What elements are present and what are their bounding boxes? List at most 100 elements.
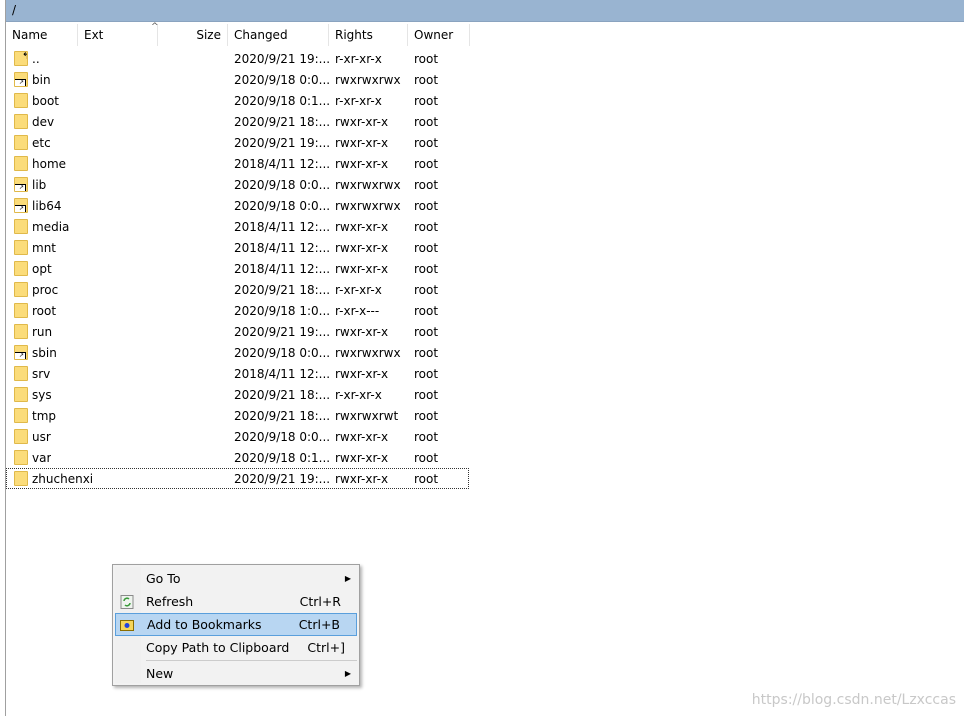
owner-cell: root [414,387,439,402]
folder-icon [14,261,28,276]
column-name[interactable]: Name [6,24,78,46]
column-rights[interactable]: Rights [329,24,408,46]
column-size[interactable]: Size [158,24,228,46]
file-name-cell: ↗ lib [6,177,228,192]
rights-cell: rwxrwxrwx [335,177,401,192]
file-name: opt [32,261,52,276]
file-row[interactable]: proc 2020/9/21 18:... r-xr-xr-x root [6,279,469,300]
file-row[interactable]: ↗ bin 2020/9/18 0:0... rwxrwxrwx root [6,69,469,90]
folder-icon [14,408,28,423]
file-row[interactable]: opt 2018/4/11 12:... rwxr-xr-x root [6,258,469,279]
shortcut: Ctrl+B [298,617,340,632]
menu-item-add-to-bookmarks[interactable]: Add to Bookmarks Ctrl+B [115,613,357,636]
rights-cell: rwxrwxrwx [335,198,401,213]
file-name-cell: mnt [6,240,228,255]
file-name-cell: proc [6,282,228,297]
folder-icon [14,240,28,255]
owner-cell: root [414,72,439,87]
file-list: ↰.. 2020/9/21 19:... r-xr-xr-x root↗bin … [6,48,469,489]
column-changed[interactable]: Changed [228,24,329,46]
file-name-cell: zhuchenxi [6,471,228,486]
file-name: usr [32,429,51,444]
path-bar[interactable]: / [6,0,964,22]
file-row[interactable]: var 2020/9/18 0:1... rwxr-xr-x root [6,447,469,468]
changed-cell: 2020/9/18 0:0... [234,198,329,213]
file-name-cell: var [6,450,228,465]
rights-cell: rwxr-xr-x [335,135,389,150]
folder-icon [14,471,28,486]
file-row[interactable]: sys 2020/9/21 18:... r-xr-xr-x root [6,384,469,405]
file-row[interactable]: ↗ lib 2020/9/18 0:0... rwxrwxrwx root [6,174,469,195]
file-name: sys [32,387,52,402]
changed-cell: 2020/9/18 1:0... [234,303,329,318]
changed-cell: 2018/4/11 12:... [234,156,329,171]
menu-label: Refresh [146,594,194,609]
file-name: media [32,219,70,234]
rights-cell: rwxrwxrwx [335,72,401,87]
menu-item-copy-path[interactable]: Copy Path to Clipboard Ctrl+] [115,636,357,659]
link-folder-icon: ↗ [14,198,28,213]
file-name: mnt [32,240,56,255]
menu-item-new[interactable]: New ▶ [115,662,357,685]
owner-cell: root [414,345,439,360]
menu-item-go-to[interactable]: Go To ▶ [115,567,357,590]
file-name: dev [32,114,55,129]
changed-cell: 2020/9/21 18:... [234,114,329,129]
bookmark-folder-icon [120,619,134,631]
file-row[interactable]: mnt 2018/4/11 12:... rwxr-xr-x root [6,237,469,258]
file-row[interactable]: tmp 2020/9/21 18:... rwxrwxrwt root [6,405,469,426]
shortcut: Ctrl+R [299,594,341,609]
file-row[interactable]: etc 2020/9/21 19:... rwxr-xr-x root [6,132,469,153]
up-arrow-icon: ↰ [16,52,27,62]
changed-cell: 2020/9/18 0:1... [234,93,329,108]
file-row[interactable]: ↰.. 2020/9/21 19:... r-xr-xr-x root [6,48,469,69]
link-folder-icon: ↗ [14,177,28,192]
owner-cell: root [414,450,439,465]
changed-cell: 2018/4/11 12:... [234,240,329,255]
file-row[interactable]: ↗ sbin 2020/9/18 0:0... rwxrwxrwx root [6,342,469,363]
file-row[interactable]: zhuchenxi 2020/9/21 19:... rwxr-xr-x roo… [6,468,469,489]
column-ext[interactable]: ^ Ext [78,22,159,46]
file-row[interactable]: srv 2018/4/11 12:... rwxr-xr-x root [6,363,469,384]
menu-item-refresh[interactable]: Refresh Ctrl+R [115,590,357,613]
file-name-cell: run [6,324,228,339]
owner-cell: root [414,93,439,108]
file-row[interactable]: home 2018/4/11 12:... rwxr-xr-x root [6,153,469,174]
changed-cell: 2020/9/21 19:... [234,324,329,339]
file-name-cell: opt [6,261,228,276]
file-row[interactable]: dev 2020/9/21 18:... rwxr-xr-x root [6,111,469,132]
rights-cell: rwxr-xr-x [335,324,389,339]
file-name-cell: boot [6,93,228,108]
parent-folder-icon: ↰ [14,51,28,66]
changed-cell: 2020/9/21 19:... [234,51,329,66]
rights-cell: rwxrwxrwx [335,345,401,360]
file-name-cell: usr [6,429,228,444]
folder-icon [14,135,28,150]
changed-cell: 2020/9/18 0:0... [234,177,329,192]
file-row[interactable]: root 2020/9/18 1:0... r-xr-x--- root [6,300,469,321]
folder-icon [14,366,28,381]
folder-icon [14,219,28,234]
file-row[interactable]: run 2020/9/21 19:... rwxr-xr-x root [6,321,469,342]
file-name: run [32,324,53,339]
file-name: proc [32,282,59,297]
owner-cell: root [414,156,439,171]
owner-cell: root [414,114,439,129]
file-row[interactable]: usr 2020/9/18 0:0... rwxr-xr-x root [6,426,469,447]
file-name: var [32,450,52,465]
shortcut-overlay-icon: ↗ [15,79,26,86]
refresh-icon [120,594,134,609]
file-row[interactable]: boot 2020/9/18 0:1... r-xr-xr-x root [6,90,469,111]
rights-cell: r-xr-xr-x [335,282,382,297]
submenu-arrow-icon: ▶ [344,574,351,583]
menu-label: New [146,666,174,681]
file-name: bin [32,72,51,87]
folder-icon [14,156,28,171]
file-name-cell: ↰.. [6,51,228,66]
rights-cell: r-xr-xr-x [335,387,382,402]
column-owner[interactable]: Owner [408,24,470,46]
rights-cell: rwxrwxrwt [335,408,399,423]
file-row[interactable]: ↗ lib64 2020/9/18 0:0... rwxrwxrwx root [6,195,469,216]
file-row[interactable]: media 2018/4/11 12:... rwxr-xr-x root [6,216,469,237]
changed-cell: 2020/9/18 0:0... [234,345,329,360]
